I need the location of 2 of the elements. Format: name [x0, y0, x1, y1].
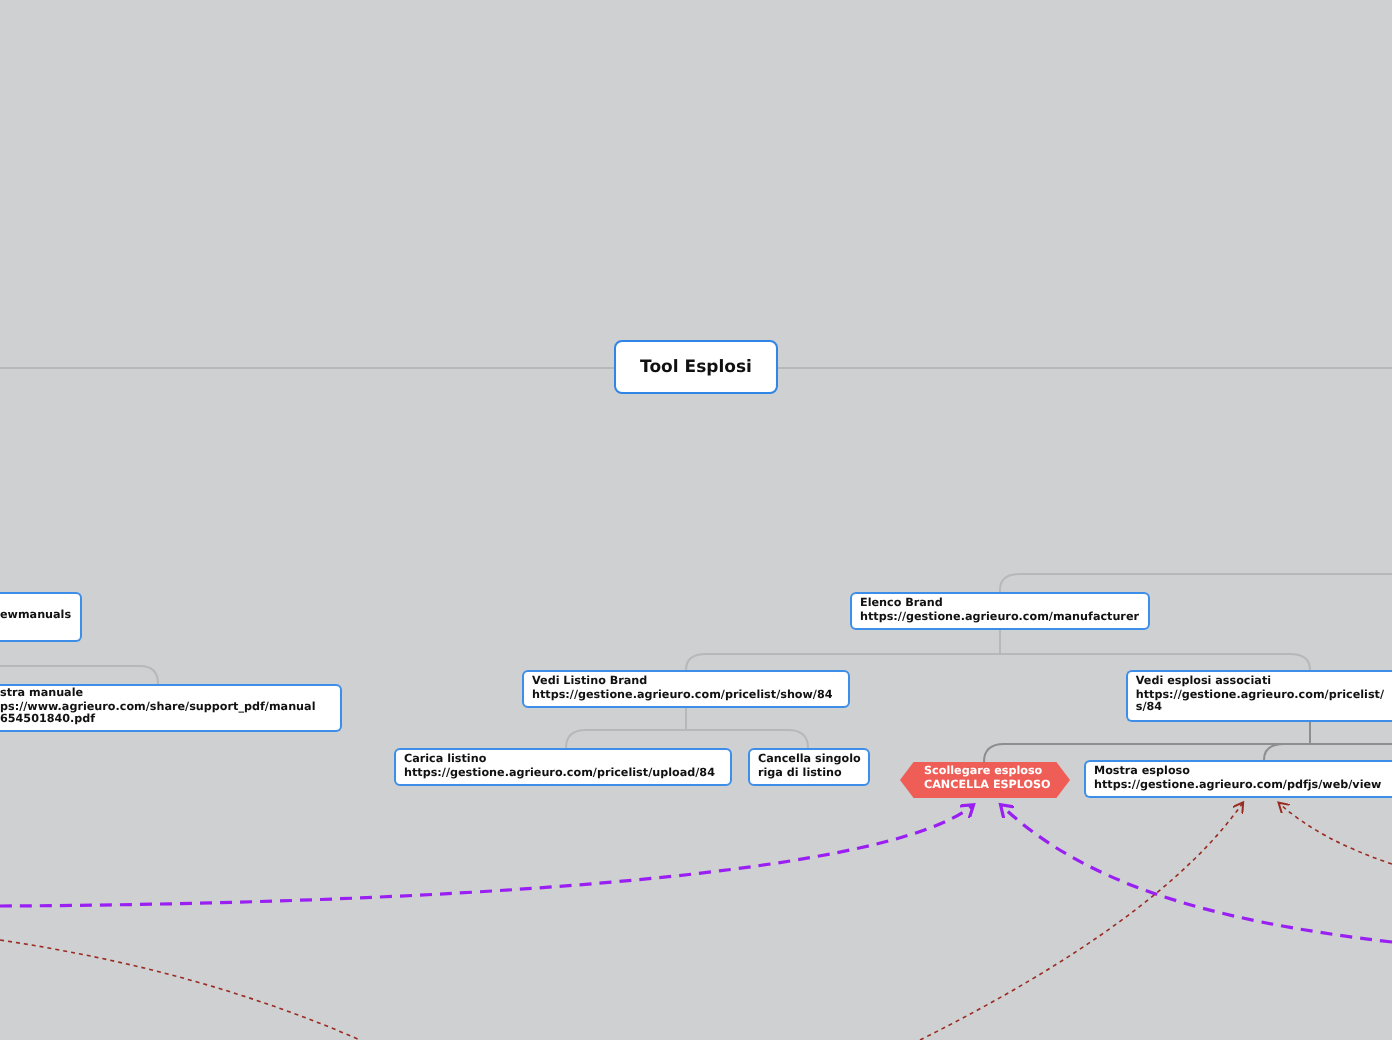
dotted-arrow: [1277, 801, 1392, 865]
root-node: Tool Esplosi: [614, 340, 778, 394]
